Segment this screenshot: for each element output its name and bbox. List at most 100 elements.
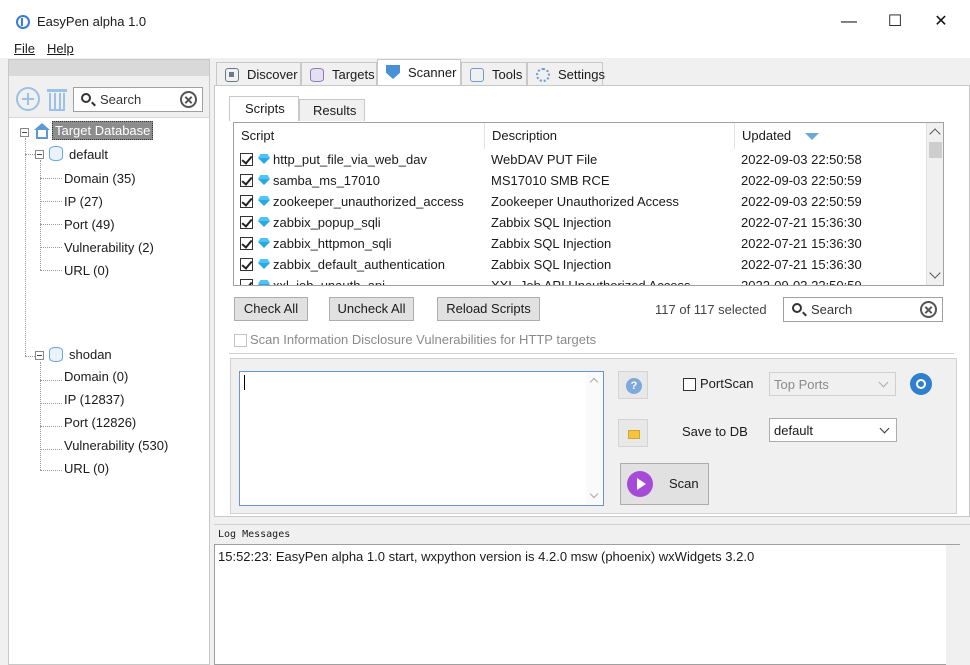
diamond-icon [258, 175, 270, 185]
script-description: Zookeeper Unauthorized Access [491, 194, 679, 209]
scripts-search-placeholder: Search [811, 302, 853, 317]
scroll-thumb[interactable] [929, 142, 942, 158]
shield-icon [386, 65, 400, 79]
settings-gear-button[interactable] [910, 373, 932, 395]
script-updated: 2022-07-21 15:36:30 [741, 215, 862, 230]
tab-discover[interactable]: Discover [216, 62, 301, 85]
row-checkbox[interactable] [240, 153, 253, 166]
folder-icon [628, 430, 640, 439]
script-description: Zabbix SQL Injection [491, 215, 612, 230]
column-script[interactable]: Script [234, 123, 485, 149]
tab-scripts[interactable]: Scripts [229, 96, 299, 121]
sidebar-header [9, 60, 209, 76]
sidebar-search-input[interactable]: Search [73, 87, 203, 112]
scroll-up-icon[interactable] [929, 128, 941, 140]
tree-db-default[interactable]: default [69, 147, 108, 162]
script-updated: 2022-09-03 22:50:59 [741, 173, 862, 188]
scroll-down-icon[interactable] [589, 489, 599, 499]
tree-db-shodan[interactable]: shodan [69, 347, 112, 362]
port-select-value: Top Ports [774, 377, 829, 392]
tree-root[interactable]: Target Database [52, 121, 154, 140]
log-scrollbar[interactable] [946, 545, 962, 665]
subtab-label: Scripts [245, 101, 285, 116]
table-row[interactable]: samba_ms_17010 MS17010 SMB RCE 2022-09-0… [234, 170, 926, 191]
diamond-icon [258, 196, 270, 206]
tree-item[interactable]: Port (49) [64, 217, 115, 232]
tab-settings[interactable]: Settings [527, 62, 605, 85]
scroll-down-icon[interactable] [929, 267, 941, 279]
tab-tools[interactable]: Tools [461, 62, 527, 85]
help-button[interactable]: ? [618, 371, 648, 399]
tree-item[interactable]: URL (0) [64, 461, 109, 476]
db-select[interactable]: default [769, 418, 897, 442]
reload-scripts-button[interactable]: Reload Scripts [437, 297, 540, 321]
tree-item[interactable]: Domain (0) [64, 369, 128, 384]
table-row[interactable]: zookeeper_unauthorized_access Zookeeper … [234, 191, 926, 212]
check-all-button[interactable]: Check All [234, 297, 308, 321]
tree-item[interactable]: Vulnerability (2) [64, 240, 154, 255]
app-window: EasyPen alpha 1.0 — ☐ ✕ File Help Search [0, 0, 970, 665]
portscan-checkbox[interactable] [683, 378, 696, 391]
row-checkbox[interactable] [240, 174, 253, 187]
close-button[interactable]: ✕ [918, 8, 964, 36]
info-disclosure-checkbox[interactable] [234, 334, 247, 347]
row-checkbox[interactable] [240, 237, 253, 250]
menu-file[interactable]: File [14, 41, 35, 56]
row-checkbox[interactable] [240, 216, 253, 229]
table-row[interactable]: zabbix_httpmon_sqli Zabbix SQL Injection… [234, 233, 926, 254]
targets-textarea[interactable] [239, 371, 604, 506]
table-row[interactable]: http_put_file_via_web_dav WebDAV PUT Fil… [234, 149, 926, 170]
diamond-icon [258, 259, 270, 269]
row-checkbox[interactable] [240, 195, 253, 208]
minimize-button[interactable]: — [826, 8, 872, 36]
tab-label: Scanner [408, 65, 457, 80]
table-row[interactable]: xxl_job_unauth_api XXL-Job API Unauthori… [234, 275, 926, 286]
scan-button[interactable]: Scan [620, 463, 709, 505]
trash-icon[interactable] [47, 87, 67, 111]
table-row[interactable]: zabbix_default_authentication Zabbix SQL… [234, 254, 926, 275]
play-icon [627, 471, 653, 497]
log-header: Log Messages [214, 524, 970, 544]
maximize-button[interactable]: ☐ [872, 8, 918, 36]
tree-expander-shodan[interactable] [35, 351, 44, 360]
uncheck-all-button[interactable]: Uncheck All [329, 297, 414, 321]
port-select[interactable]: Top Ports [769, 372, 896, 396]
target-tree: Target Database default Domain (35) IP (… [9, 120, 209, 660]
diamond-icon [258, 217, 270, 227]
scripts-search-input[interactable]: Search [783, 297, 943, 322]
scan-button-label: Scan [669, 476, 699, 491]
log-messages[interactable]: 15:52:23: EasyPen alpha 1.0 start, wxpyt… [214, 544, 960, 665]
clear-search-icon[interactable] [920, 301, 937, 318]
diamond-icon [258, 238, 270, 248]
open-file-button[interactable] [618, 419, 648, 447]
tree-expander-root[interactable] [20, 128, 29, 137]
column-updated[interactable]: Updated [735, 123, 925, 149]
textarea-scrollbar[interactable] [586, 372, 603, 505]
tree-item[interactable]: Vulnerability (530) [64, 438, 168, 453]
tree-expander-default[interactable] [35, 150, 44, 159]
tree-item[interactable]: URL (0) [64, 263, 109, 278]
tab-results[interactable]: Results [299, 99, 365, 121]
menu-help[interactable]: Help [47, 41, 74, 56]
tree-item[interactable]: Port (12826) [64, 415, 136, 430]
script-updated: 2022-07-21 15:36:30 [741, 236, 862, 251]
add-icon[interactable] [16, 87, 40, 111]
script-description: XXL-Job API Unauthorized Access [491, 278, 691, 286]
column-description[interactable]: Description [485, 123, 735, 149]
tab-scanner[interactable]: Scanner [377, 59, 461, 85]
row-checkbox[interactable] [240, 279, 253, 285]
tree-item[interactable]: Domain (35) [64, 171, 136, 186]
table-scrollbar[interactable] [926, 123, 943, 285]
table-row[interactable]: zabbix_popup_sqli Zabbix SQL Injection 2… [234, 212, 926, 233]
diamond-icon [258, 154, 270, 164]
row-checkbox[interactable] [240, 258, 253, 271]
tree-item[interactable]: IP (12837) [64, 392, 124, 407]
save-to-db-label: Save to DB [682, 424, 748, 439]
tree-item[interactable]: IP (27) [64, 194, 103, 209]
gear-icon [536, 68, 550, 82]
db-select-value: default [774, 423, 814, 438]
tab-targets[interactable]: Targets [301, 62, 377, 85]
clear-search-icon[interactable] [180, 91, 197, 108]
scroll-up-icon[interactable] [589, 377, 599, 387]
tab-label: Targets [332, 67, 375, 82]
